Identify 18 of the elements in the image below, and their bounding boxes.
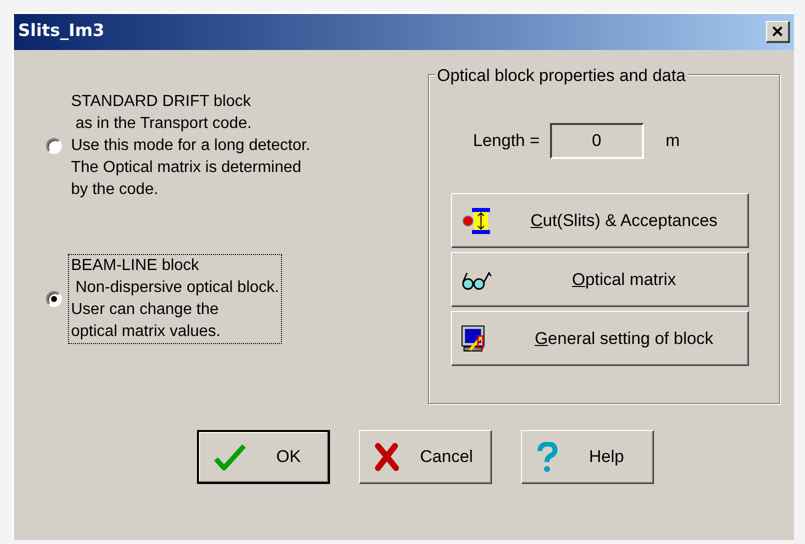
action-button[interactable]: General setting of block xyxy=(451,311,749,366)
length-label: Length = xyxy=(473,130,540,152)
question-mark-icon xyxy=(536,442,558,472)
action-button[interactable]: Cut(Slits) & Acceptances xyxy=(451,193,749,248)
close-button[interactable]: × xyxy=(766,21,790,43)
cancel-button[interactable]: Cancel xyxy=(359,430,492,484)
radio-label: BEAM-LINE block Non-dispersive optical block. User can change the optical matrix values. xyxy=(68,254,282,344)
radio-label: STANDARD DRIFT block as in the Transport code. Use this mode for a long detector. The Optical matrix is determined by the code. xyxy=(70,92,312,200)
help-button[interactable]: Help xyxy=(521,430,654,484)
length-unit: m xyxy=(666,130,680,152)
action-button[interactable]: Optical matrix xyxy=(451,252,749,307)
check-icon xyxy=(213,443,247,471)
length-field[interactable]: 0 xyxy=(550,123,644,159)
window-title: Slits_Im3 xyxy=(18,20,105,44)
cross-icon xyxy=(374,443,400,471)
ok-button[interactable]: OK xyxy=(197,430,330,484)
radio-button[interactable] xyxy=(46,291,62,307)
radio-button[interactable] xyxy=(46,138,62,154)
